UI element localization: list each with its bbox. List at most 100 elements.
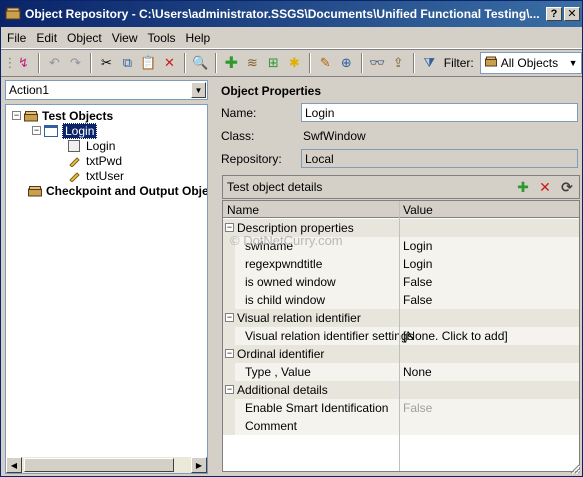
tree-item-checkpoint-objects[interactable]: Checkpoint and Output Objec (28, 183, 208, 198)
property-name: Comment (245, 419, 298, 433)
filter-value: All Objects (500, 56, 559, 70)
category-label: Ordinal identifier (237, 347, 325, 361)
object-repository-app-icon (5, 6, 21, 22)
name-field[interactable]: Login (301, 103, 578, 122)
highlight-star-icon[interactable]: ✱ (284, 52, 305, 74)
cut-icon[interactable]: ✂ (96, 52, 117, 74)
menu-help[interactable]: Help (186, 29, 217, 47)
grid-category-visual-relation[interactable]: − Visual relation identifier (223, 309, 579, 327)
edit-pencil-icon[interactable]: ✎ (315, 52, 336, 74)
right-pane: Object Properties Name: Login Class: Swf… (217, 80, 580, 474)
column-divider[interactable] (399, 201, 400, 471)
toolbar-separator (360, 53, 363, 73)
edit-field-icon (68, 170, 82, 183)
property-name: is child window (245, 293, 326, 307)
horizontal-scrollbar[interactable]: ◀ ▶ (6, 457, 207, 473)
property-value[interactable]: Login (403, 257, 432, 271)
property-value[interactable]: False (403, 293, 432, 307)
scroll-right-icon[interactable]: ▶ (191, 457, 207, 473)
menu-object[interactable]: Object (67, 29, 108, 47)
grid-category-ordinal[interactable]: − Ordinal identifier (223, 345, 579, 363)
help-button[interactable]: ? (546, 7, 562, 21)
tree-item-label: txtPwd (86, 153, 123, 168)
property-value[interactable]: False (403, 275, 432, 289)
menu-tools[interactable]: Tools (148, 29, 182, 47)
title-bar[interactable]: Object Repository - C:\Users\administrat… (1, 1, 582, 27)
tree-item-label: Checkpoint and Output Objec (46, 183, 208, 198)
resize-grip-icon[interactable] (568, 462, 581, 475)
row-gutter (223, 399, 235, 417)
grid-row[interactable]: regexpwndtitle Login (223, 255, 579, 273)
action-combo[interactable]: Action1 ▼ (5, 80, 208, 100)
category-label: Visual relation identifier (237, 311, 361, 325)
grid-row[interactable]: Visual relation identifier settings [Non… (223, 327, 579, 345)
category-label: Additional details (237, 383, 328, 397)
collapse-icon[interactable]: − (225, 349, 234, 358)
property-value[interactable]: None (403, 365, 432, 379)
copy-icon[interactable]: ⧉ (117, 52, 138, 74)
filter-icon: ⧩ (423, 55, 436, 70)
column-value-header[interactable]: Value (403, 203, 433, 217)
add-inserted-object-icon[interactable]: ≋ (242, 52, 263, 74)
object-properties-title: Object Properties (221, 84, 322, 98)
close-button[interactable]: ✕ (564, 7, 580, 21)
property-value[interactable]: False (403, 401, 432, 415)
row-gutter (223, 363, 235, 381)
delete-icon[interactable]: ✕ (159, 52, 180, 74)
property-value[interactable]: Login (403, 239, 432, 253)
grid-row[interactable]: Enable Smart Identification False (223, 399, 579, 417)
locate-icon[interactable]: ⊕ (336, 52, 357, 74)
highlight-in-app-icon[interactable]: ↯ (13, 52, 34, 74)
remove-property-icon[interactable]: ✕ (535, 178, 555, 196)
menu-file[interactable]: File (7, 29, 32, 47)
undo-icon[interactable]: ↶ (44, 52, 65, 74)
grid-row[interactable]: is owned window False (223, 273, 579, 291)
grid-row[interactable]: Comment (223, 417, 579, 435)
tree-item-txtuser[interactable]: txtUser (68, 168, 124, 183)
collapse-icon[interactable]: − (32, 126, 41, 135)
object-tree[interactable]: − Test Objects − Login Login txtPwd txtU… (5, 104, 208, 474)
chevron-down-icon[interactable]: ▼ (565, 53, 581, 73)
redo-icon[interactable]: ↷ (65, 52, 86, 74)
filter-select[interactable]: All Objects ▼ (479, 52, 583, 74)
collapse-icon[interactable]: − (225, 313, 234, 322)
tree-item-test-objects[interactable]: − Test Objects (12, 108, 113, 123)
repository-icon (24, 110, 38, 122)
repository-label: Repository: (221, 152, 282, 166)
collapse-icon[interactable]: − (12, 111, 21, 120)
menu-view[interactable]: View (112, 29, 144, 47)
details-title: Test object details (227, 180, 323, 194)
button-icon (68, 139, 82, 152)
tree-item-txtpwd[interactable]: txtPwd (68, 153, 122, 168)
property-name: is owned window (245, 275, 336, 289)
grid-category-additional[interactable]: − Additional details (223, 381, 579, 399)
refresh-icon[interactable]: ⟳ (557, 178, 577, 196)
row-gutter (223, 291, 235, 309)
tree-item-login-window[interactable]: − Login (32, 122, 98, 139)
menu-edit[interactable]: Edit (36, 29, 63, 47)
edit-field-icon (68, 155, 82, 168)
tree-item-label: Test Objects (42, 108, 114, 123)
grid-row[interactable]: Type , Value None (223, 363, 579, 381)
menu-bar: File Edit Object View Tools Help (1, 27, 582, 49)
tree-item-login-button[interactable]: Login (68, 138, 115, 153)
property-value[interactable]: [None. Click to add] (403, 329, 508, 343)
navigate-and-learn-icon[interactable]: ⊞ (263, 52, 284, 74)
grid-row[interactable]: is child window False (223, 291, 579, 309)
object-spy-icon[interactable]: 👓 (367, 52, 388, 74)
grid-header: Name Value (223, 201, 579, 218)
paste-icon[interactable]: 📋 (138, 52, 159, 74)
collapse-icon[interactable]: − (225, 223, 234, 232)
toolbar-separator (37, 53, 40, 73)
property-name: Type , Value (245, 365, 311, 379)
chevron-down-icon[interactable]: ▼ (191, 82, 206, 98)
scrollbar-thumb[interactable] (24, 458, 174, 472)
scroll-left-icon[interactable]: ◀ (6, 457, 22, 473)
find-icon[interactable]: 🔍 (190, 52, 211, 74)
toolbar-separator (89, 53, 92, 73)
collapse-icon[interactable]: − (225, 385, 234, 394)
add-objects-icon[interactable]: ✚ (221, 52, 242, 74)
export-icon[interactable]: ⇪ (388, 52, 409, 74)
column-name-header[interactable]: Name (227, 203, 259, 217)
add-property-icon[interactable]: ✚ (513, 178, 533, 196)
